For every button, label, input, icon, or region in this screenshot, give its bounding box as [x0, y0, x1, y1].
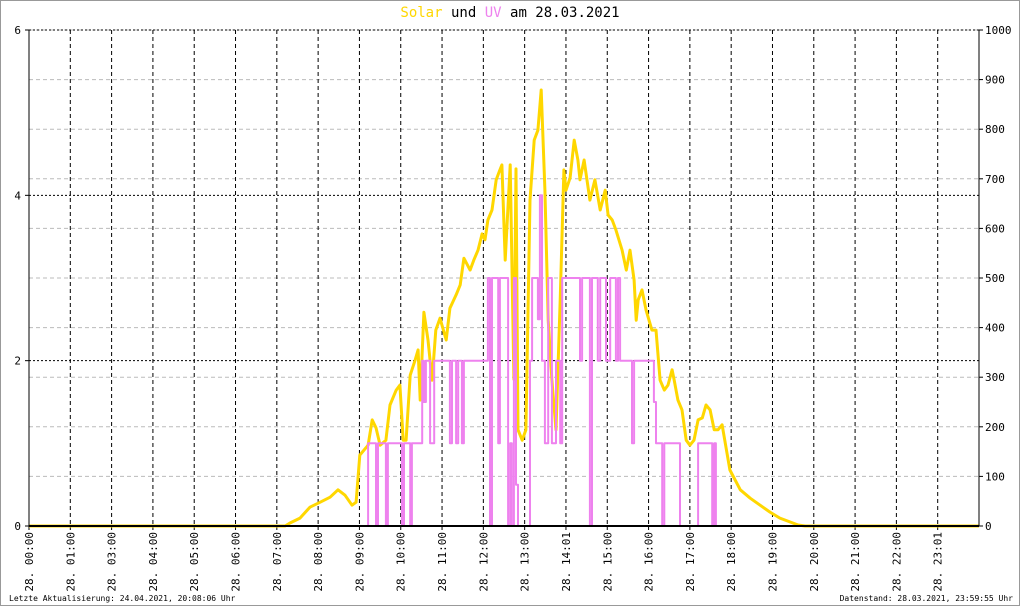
x-tick-label: 28. 22:00 — [890, 532, 903, 592]
chart-window: Solar und UV am 28.03.2021 0 100 200 300 400… — [0, 0, 1020, 606]
x-tick-label: 28. 05:00 — [188, 532, 201, 592]
y-left-tick-label: 0 — [14, 520, 21, 533]
x-tick-label: 28. 19:00 — [766, 532, 779, 592]
x-tick-label: 28. 04:00 — [147, 532, 160, 592]
series-solar-line — [29, 88, 979, 528]
x-tick-label: 28. 21:00 — [849, 532, 862, 592]
y-right-tick-label: 100 — [985, 470, 1005, 483]
x-tick-label: 28. 12:00 — [477, 532, 490, 592]
y-right-tick-label: 0 — [985, 520, 992, 533]
x-tick-label: 28. 23:01 — [932, 532, 945, 592]
chart-svg: 0 100 200 300 400 500 600 700 800 900 1000 0 2 4 6 28. … — [14, 24, 1012, 592]
x-tick-label: 28. 11:00 — [436, 532, 449, 592]
y-right-tick-label: 1000 — [985, 24, 1012, 37]
x-tick-label: 28. 14:01 — [560, 532, 573, 592]
x-tick-label: 28. 16:00 — [643, 532, 656, 592]
x-tick-label: 28. 18:00 — [725, 532, 738, 592]
y-left-tick-label: 6 — [14, 24, 21, 37]
y-right-tick-label: 300 — [985, 371, 1005, 384]
y-right-tick-label: 900 — [985, 74, 1005, 87]
x-tick-label: 28. 06:00 — [230, 532, 243, 592]
x-tick-label: 28. 17:00 — [684, 532, 697, 592]
x-tick-label: 28. 09:00 — [353, 532, 366, 592]
footer-last-update: Letzte Aktualisierung: 24.04.2021, 20:08… — [9, 594, 236, 603]
x-tick-label: 28. 00:00 — [23, 532, 36, 592]
y-right-tick-label: 500 — [985, 272, 1005, 285]
y-right-tick-label: 400 — [985, 322, 1005, 335]
y-left-tick-label: 2 — [14, 355, 21, 368]
footer-data-state: Datenstand: 28.03.2021, 23:59:55 Uhr — [839, 594, 1013, 603]
x-tick-label: 28. 10:00 — [395, 532, 408, 592]
x-tick-label: 28. 13:00 — [519, 532, 532, 592]
y-left-tick-label: 4 — [14, 189, 21, 202]
x-tick-label: 28. 01:00 — [64, 532, 77, 592]
y-right-tick-label: 700 — [985, 173, 1005, 186]
y-right-tick-label: 600 — [985, 222, 1005, 235]
x-tick-label: 28. 07:00 — [271, 532, 284, 592]
x-tick-label: 28. 03:00 — [106, 532, 119, 592]
x-tick-label: 28. 08:00 — [312, 532, 325, 592]
x-tick-label: 28. 15:00 — [601, 532, 614, 592]
y-right-tick-label: 800 — [985, 123, 1005, 136]
y-right-tick-label: 200 — [985, 421, 1005, 434]
x-tick-label: 28. 20:00 — [808, 532, 821, 592]
